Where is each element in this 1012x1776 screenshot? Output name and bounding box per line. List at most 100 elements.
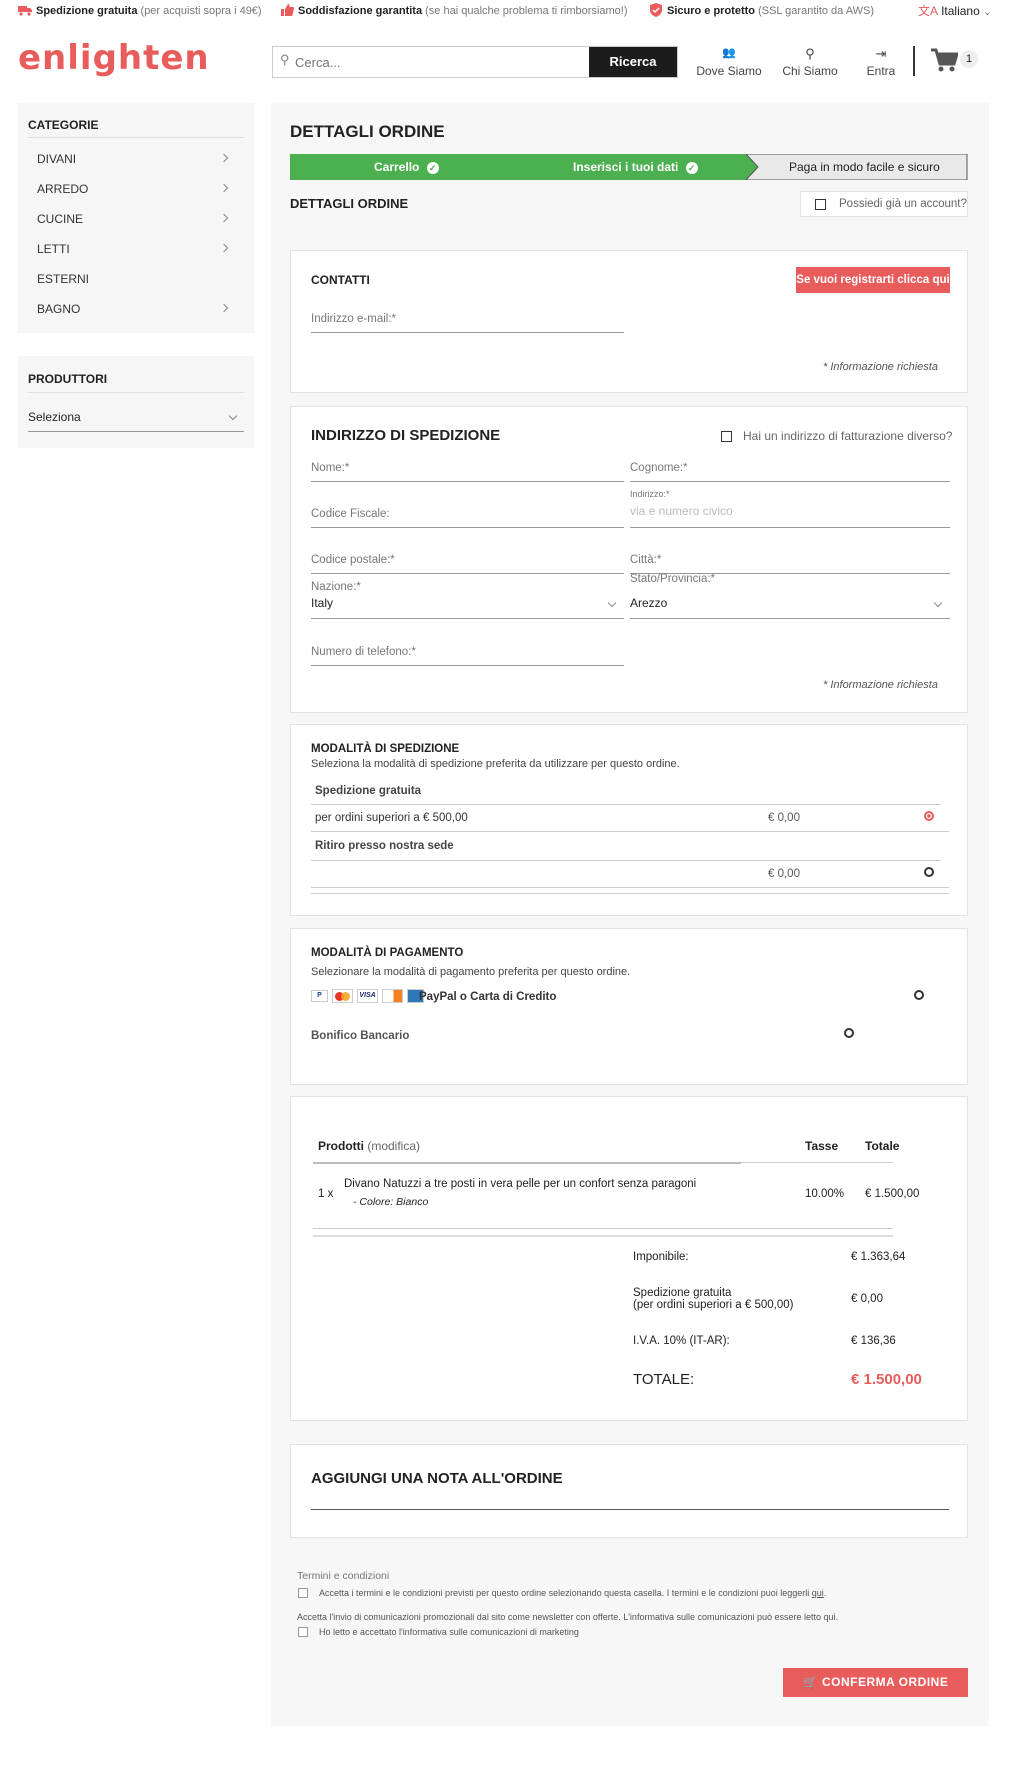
chevron-right-icon xyxy=(219,183,229,193)
language-selector[interactable]: 文A Italiano ⌄ xyxy=(918,2,992,19)
producers-select[interactable]: Seleziona xyxy=(28,410,244,432)
cart-icon[interactable] xyxy=(930,48,958,74)
codice-fiscale-label: Codice Fiscale: xyxy=(311,508,390,520)
stato-select[interactable]: Arezzo xyxy=(630,596,950,619)
top-bar: Spedizione gratuita (per acquisti sopra … xyxy=(0,0,1012,24)
chevron-right-icon xyxy=(219,153,229,163)
account-checkbox[interactable] xyxy=(815,199,826,210)
marketing-checkbox[interactable] xyxy=(298,1627,308,1637)
cognome-field[interactable]: Cognome:* xyxy=(630,460,950,482)
nazione-select[interactable]: Italy xyxy=(311,596,624,619)
shipping-address-title: INDIRIZZO DI SPEDIZIONE xyxy=(311,427,501,444)
citta-label: Città:* xyxy=(630,554,662,566)
sidebar-item-cucine[interactable]: CUCINE xyxy=(37,212,237,232)
imponibile-value: € 1.363,64 xyxy=(851,1251,906,1263)
terms-link[interactable]: qui xyxy=(812,1588,824,1598)
shipping-option-free[interactable]: per ordini superiori a € 500,00 € 0,00 xyxy=(311,805,949,832)
iva-value: € 136,36 xyxy=(851,1335,896,1347)
search-button[interactable]: Ricerca xyxy=(589,47,677,77)
shield-icon xyxy=(650,3,662,17)
step-carrello-label: Carrello xyxy=(374,160,420,174)
discover-icon xyxy=(382,989,403,1003)
citta-field[interactable]: Città:* xyxy=(630,552,950,574)
paypal-label: PayPal o Carta di Credito xyxy=(419,991,557,1003)
logo[interactable]: enlighten xyxy=(18,38,210,78)
payment-option-bonifico[interactable]: Bonifico Bancario xyxy=(311,1028,911,1046)
billing-checkbox[interactable] xyxy=(721,431,732,442)
nav-chi-label: Chi Siamo xyxy=(782,64,838,78)
shipping-method-description: Seleziona la modalità di spedizione pref… xyxy=(311,758,680,770)
shipping-radio-selected[interactable] xyxy=(924,811,934,821)
step-dati[interactable]: Inserisci i tuoi dati ✓ xyxy=(573,160,698,174)
terms-checkbox[interactable] xyxy=(298,1588,308,1598)
telefono-field[interactable]: Numero di telefono:* xyxy=(311,644,624,666)
shipping-method-section: MODALITÀ DI SPEDIZIONE Seleziona la moda… xyxy=(290,724,968,916)
sidebar-item-label: BAGNO xyxy=(37,302,81,316)
col-prodotti-label: Prodotti xyxy=(318,1139,364,1153)
payment-option-paypal[interactable]: P VISA PayPal o Carta di Credito xyxy=(311,989,924,1007)
shipping-radio[interactable] xyxy=(924,867,934,877)
cart-count-badge: 1 xyxy=(960,50,978,68)
bonifico-label: Bonifico Bancario xyxy=(311,1030,410,1042)
promo-text: Accetta l'invio di comunicazioni promozi… xyxy=(297,1612,839,1622)
paypal-radio[interactable] xyxy=(914,990,924,1000)
indirizzo-field[interactable]: via e numero civico xyxy=(630,504,950,528)
header-divider xyxy=(313,1162,741,1164)
bonifico-radio[interactable] xyxy=(844,1028,854,1038)
shipping-option-detail: per ordini superiori a € 500,00 xyxy=(315,812,468,824)
nazione-label: Nazione:* xyxy=(311,581,361,593)
nav-chi-siamo[interactable]: ⚲ Chi Siamo xyxy=(775,46,845,78)
shipping-total-value: € 0,00 xyxy=(851,1293,883,1305)
paypal-icon: P xyxy=(311,990,328,1002)
sidebar-item-label: ESTERNI xyxy=(37,272,90,286)
totale-label: TOTALE: xyxy=(633,1371,695,1388)
search-input[interactable] xyxy=(295,51,595,73)
confirm-order-button[interactable]: 🛒 CONFERMA ORDINE xyxy=(783,1668,968,1697)
topbar-secure-text: (SSL garantito da AWS) xyxy=(758,5,875,17)
shipping-option-pickup[interactable]: € 0,00 xyxy=(311,861,949,888)
search-bar: ⚲ Ricerca xyxy=(272,46,678,78)
check-circle-icon: ✓ xyxy=(426,162,439,174)
table-row: 1 x Divano Natuzzi a tre posti in vera p… xyxy=(313,1167,919,1229)
promo-link[interactable]: qui xyxy=(824,1612,836,1622)
shipping-option-name: Ritiro presso nostra sede xyxy=(315,840,454,852)
nome-field[interactable]: Nome:* xyxy=(311,460,624,482)
email-field[interactable]: Indirizzo e-mail:* xyxy=(311,311,624,333)
nav-entra[interactable]: ⇥ Entra xyxy=(853,46,909,78)
sidebar-item-letti[interactable]: LETTI xyxy=(37,242,237,262)
sidebar-item-divani[interactable]: DIVANI xyxy=(37,152,237,172)
shipping-method-title: MODALITÀ DI SPEDIZIONE xyxy=(311,743,460,755)
sidebar-producers: PRODUTTORI Seleziona xyxy=(18,356,254,448)
page-title: DETTAGLI ORDINE xyxy=(290,122,445,141)
cap-field[interactable]: Codice postale:* xyxy=(311,552,624,574)
codice-fiscale-field[interactable]: Codice Fiscale: xyxy=(311,506,624,528)
account-question: Possiedi già un account? xyxy=(839,198,967,210)
indirizzo-label: Indirizzo:* xyxy=(630,489,670,499)
step-dati-label: Inserisci i tuoi dati xyxy=(573,160,679,174)
nav-dove-siamo[interactable]: 👥 Dove Siamo xyxy=(693,46,765,78)
shipping-total-label-2: (per ordini superiori a € 500,00) xyxy=(633,1299,794,1311)
step-carrello[interactable]: Carrello ✓ xyxy=(374,160,439,174)
col-totale: Totale xyxy=(865,1139,900,1153)
step-paga[interactable]: Paga in modo facile e sicuro xyxy=(789,160,940,174)
account-checkbox-row[interactable]: Possiedi già un account? xyxy=(800,191,968,217)
sidebar-item-esterni[interactable]: ESTERNI xyxy=(37,272,237,292)
marketing-text: Ho letto e accettato l'informativa sulle… xyxy=(319,1627,579,1637)
topbar-shipping-bold: Spedizione gratuita xyxy=(36,5,138,17)
sidebar-item-bagno[interactable]: BAGNO xyxy=(37,302,237,322)
producers-divider xyxy=(28,392,244,393)
order-note-input[interactable] xyxy=(311,1490,949,1510)
billing-question: Hai un indirizzo di fatturazione diverso… xyxy=(743,429,953,443)
sidebar-item-arredo[interactable]: ARREDO xyxy=(37,182,237,202)
product-name: Divano Natuzzi a tre posti in vera pelle… xyxy=(344,1178,697,1190)
register-button[interactable]: Se vuoi registrarti clicca qui xyxy=(796,267,950,293)
totals-divider xyxy=(313,1235,893,1237)
edit-link[interactable]: (modifica) xyxy=(367,1139,420,1153)
producers-title: PRODUTTORI xyxy=(28,372,108,386)
product-variant: - Colore: Bianco xyxy=(353,1196,429,1208)
contatti-title: CONTATTI xyxy=(311,273,370,287)
contatti-section: CONTATTI Se vuoi registrarti clicca qui … xyxy=(290,250,968,393)
sidebar-item-label: DIVANI xyxy=(37,152,77,166)
product-qty: 1 x xyxy=(318,1188,334,1200)
truck-icon xyxy=(18,6,32,16)
